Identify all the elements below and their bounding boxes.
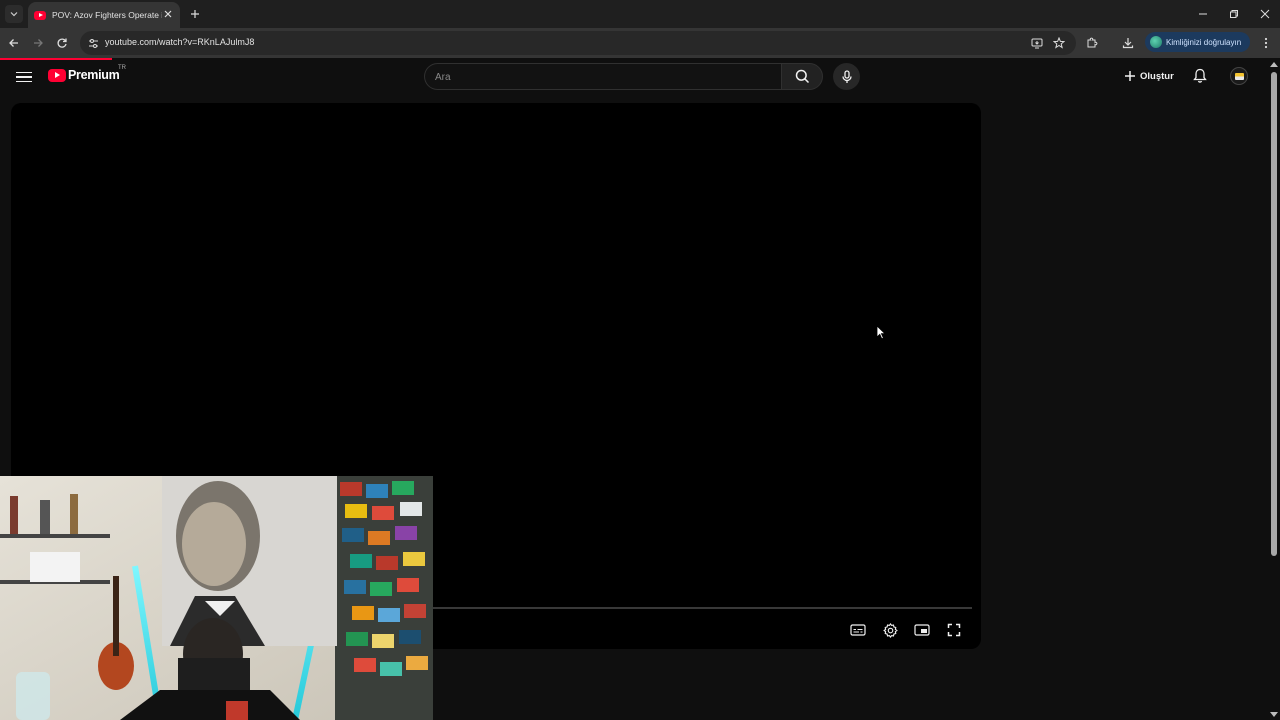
subtitles-icon	[850, 624, 866, 636]
subtitles-button[interactable]	[848, 620, 868, 640]
search-placeholder: Ara	[435, 72, 451, 83]
url-text: youtube.com/watch?v=RKnLAJulmJ8	[105, 37, 255, 47]
reload-button[interactable]	[53, 34, 71, 52]
notifications-button[interactable]	[1190, 66, 1210, 86]
youtube-logo-icon	[48, 68, 66, 82]
scrollbar-thumb[interactable]	[1271, 72, 1277, 556]
bookmark-button[interactable]	[1051, 35, 1067, 51]
tab-search-button[interactable]	[5, 5, 23, 23]
video-progress-bar[interactable]	[432, 607, 972, 609]
tab-title: POV: Azov Fighters Operate in	[52, 10, 162, 20]
site-info-button[interactable]	[85, 35, 101, 51]
close-icon	[1260, 9, 1269, 19]
guide-menu-button[interactable]	[14, 67, 34, 87]
downloads-button[interactable]	[1119, 34, 1137, 52]
mouse-cursor-icon	[876, 325, 886, 340]
country-code: TR	[118, 65, 126, 71]
scroll-down-arrow-icon[interactable]	[1270, 712, 1278, 717]
browser-tab-active[interactable]: POV: Azov Fighters Operate in	[28, 2, 180, 28]
tune-icon	[88, 38, 98, 48]
youtube-favicon-icon	[34, 10, 46, 20]
browser-toolbar: youtube.com/watch?v=RKnLAJulmJ8 Kimliğin…	[0, 28, 1280, 58]
create-button[interactable]: Oluştur	[1118, 65, 1180, 87]
youtube-masthead: Premium TR Ara Oluştur	[0, 60, 1268, 96]
identity-label: Kimliğinizi doğrulayın	[1166, 37, 1242, 47]
window-controls	[1187, 0, 1280, 28]
reload-icon	[57, 38, 67, 48]
minimize-icon	[1198, 13, 1207, 15]
miniplayer-icon	[914, 624, 930, 636]
chevron-down-icon	[10, 12, 18, 17]
account-avatar[interactable]	[1230, 67, 1248, 85]
scroll-up-arrow-icon[interactable]	[1270, 62, 1278, 67]
bell-icon	[1193, 68, 1207, 83]
webcam-scene	[0, 476, 433, 720]
search-icon	[795, 69, 809, 84]
microphone-icon	[841, 69, 852, 83]
create-label: Oluştur	[1140, 70, 1174, 82]
close-window-button[interactable]	[1249, 0, 1280, 28]
plus-icon	[191, 10, 199, 18]
hamburger-line	[16, 76, 32, 78]
tab-close-button[interactable]	[161, 7, 175, 21]
address-bar[interactable]: youtube.com/watch?v=RKnLAJulmJ8	[80, 31, 1076, 55]
close-icon	[164, 10, 172, 18]
voice-search-button[interactable]	[833, 63, 860, 90]
browser-menu-button[interactable]	[1257, 34, 1275, 52]
arrow-left-icon	[9, 39, 18, 47]
youtube-premium-logo[interactable]: Premium TR	[48, 65, 126, 82]
fullscreen-button[interactable]	[944, 620, 964, 640]
search-input[interactable]: Ara	[424, 63, 781, 90]
plus-icon	[1125, 71, 1135, 81]
puzzle-icon	[1087, 37, 1098, 48]
hamburger-line	[16, 71, 32, 74]
install-icon	[1031, 38, 1043, 49]
hamburger-line	[16, 80, 32, 83]
logo-text: Premium	[68, 68, 120, 82]
forward-button[interactable]	[29, 34, 47, 52]
download-icon	[1122, 38, 1134, 49]
star-icon	[1053, 37, 1065, 49]
webcam-overlay	[0, 476, 433, 720]
miniplayer-button[interactable]	[912, 620, 932, 640]
restore-button[interactable]	[1218, 0, 1249, 28]
fullscreen-icon	[947, 623, 961, 637]
minimize-button[interactable]	[1187, 0, 1218, 28]
restore-icon	[1229, 10, 1238, 18]
identity-globe-icon	[1150, 36, 1162, 48]
search-button[interactable]	[781, 63, 823, 90]
new-tab-button[interactable]	[187, 6, 203, 22]
page-scrollbar[interactable]	[1268, 60, 1280, 720]
settings-icon	[882, 622, 898, 638]
back-button[interactable]	[5, 34, 23, 52]
settings-button[interactable]	[880, 620, 900, 640]
extensions-button[interactable]	[1083, 34, 1101, 52]
install-app-button[interactable]	[1029, 35, 1045, 51]
arrow-right-icon	[34, 39, 43, 47]
identity-verify-chip[interactable]: Kimliğinizi doğrulayın	[1145, 32, 1250, 52]
browser-tabstrip: POV: Azov Fighters Operate in	[0, 0, 1280, 28]
more-vertical-icon	[1264, 37, 1268, 49]
